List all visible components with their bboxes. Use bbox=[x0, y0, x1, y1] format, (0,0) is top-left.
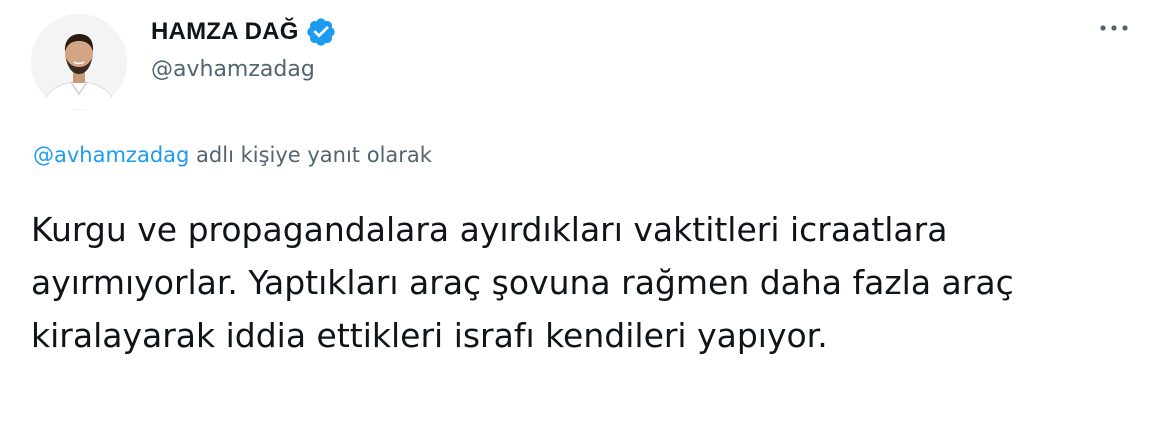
verified-badge-icon bbox=[305, 16, 337, 48]
tweet-text: Kurgu ve propagandalara ayırdıkları vakt… bbox=[31, 210, 1014, 355]
user-handle[interactable]: @avhamzadag bbox=[151, 57, 315, 82]
author-name-row: HAMZA DAĞ bbox=[151, 14, 337, 50]
more-horizontal-icon bbox=[1100, 25, 1128, 31]
more-options-button[interactable] bbox=[1096, 18, 1132, 38]
profile-photo bbox=[31, 14, 127, 110]
display-name[interactable]: HAMZA DAĞ bbox=[151, 18, 299, 46]
reply-mention-link[interactable]: @avhamzadag bbox=[33, 143, 189, 167]
tweet: HAMZA DAĞ @avhamzadag @avhamzadag adlı k… bbox=[0, 0, 1152, 434]
avatar[interactable] bbox=[31, 14, 127, 110]
reply-context: @avhamzadag adlı kişiye yanıt olarak bbox=[33, 143, 432, 167]
reply-context-text: adlı kişiye yanıt olarak bbox=[189, 143, 432, 167]
